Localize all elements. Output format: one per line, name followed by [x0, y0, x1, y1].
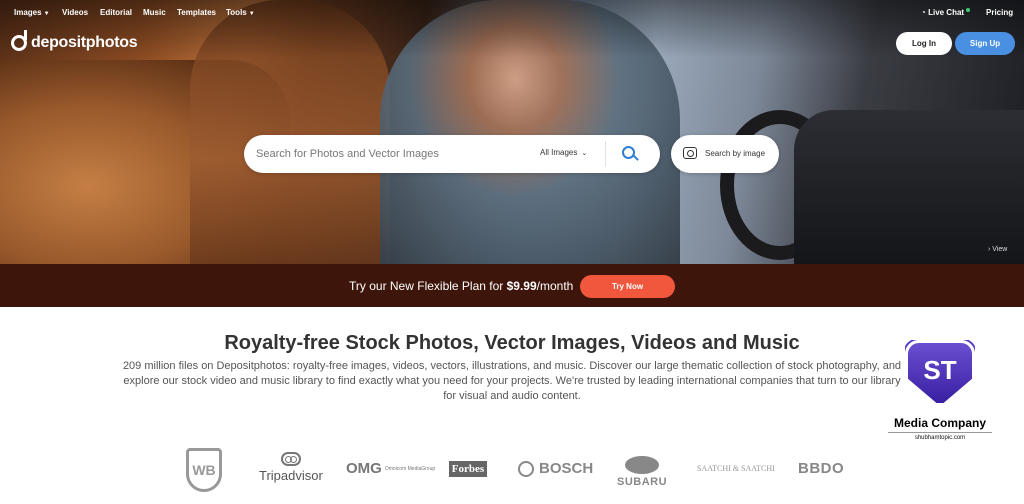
nav-tools[interactable]: Tools ▼: [226, 8, 255, 17]
promo-text: Try our New Flexible Plan for $9.99/mont…: [349, 279, 574, 293]
divider: [605, 141, 606, 167]
warner-bros-logo: WB: [186, 448, 222, 492]
nav-templates[interactable]: Templates: [177, 8, 216, 17]
subaru-logo: SUBARU: [617, 456, 667, 488]
subaru-emblem-icon: [625, 456, 660, 474]
pricing-link[interactable]: Pricing: [986, 8, 1013, 17]
nav-videos[interactable]: Videos: [62, 8, 88, 17]
bbdo-logo: BBDO: [798, 460, 845, 477]
bosch-emblem-icon: [518, 460, 534, 477]
omnicom-logo: OMG Omnicom MediaGroup: [346, 460, 436, 477]
st-shield-icon: ST: [905, 340, 975, 406]
tripadvisor-logo: Tripadvisor: [259, 452, 323, 483]
nav-music[interactable]: Music: [143, 8, 166, 17]
live-chat-link[interactable]: ◔ Live Chat: [921, 8, 971, 17]
page-description: 209 million files on Depositphotos: roya…: [122, 360, 902, 402]
view-image-link[interactable]: › View: [988, 246, 1007, 253]
nav-images[interactable]: Images ▼: [14, 8, 50, 17]
try-now-button[interactable]: Try Now: [580, 275, 675, 298]
login-button[interactable]: Log In: [896, 32, 952, 55]
chevron-right-icon: ›: [988, 246, 991, 253]
watermark: ST Media Company shubhamtopic.com: [888, 340, 992, 441]
owl-icon: [280, 452, 301, 466]
chevron-down-icon: ▼: [43, 11, 50, 17]
page-title: Royalty-free Stock Photos, Vector Images…: [224, 332, 800, 354]
bosch-logo: BOSCH: [518, 460, 593, 477]
top-nav: Images ▼ Videos Editorial Music Templates…: [0, 0, 1024, 26]
signup-button[interactable]: Sign Up: [955, 32, 1015, 55]
search-input[interactable]: [256, 148, 526, 160]
brand-logo[interactable]: depositphotos: [11, 30, 138, 52]
search-type-select[interactable]: All Images ⌄: [540, 148, 587, 157]
chevron-down-icon: ⌄: [581, 150, 588, 157]
promo-banner: Try our New Flexible Plan for $9.99/mont…: [0, 264, 1024, 307]
depositphotos-logo-icon: [11, 30, 27, 51]
forbes-logo: Forbes: [449, 461, 487, 477]
camera-icon: [683, 147, 697, 159]
search-button[interactable]: [620, 144, 640, 164]
nav-editorial[interactable]: Editorial: [100, 8, 132, 17]
hero-banner: Images ▼ Videos Editorial Music Templates…: [0, 0, 1024, 264]
chat-icon: ◔: [921, 8, 926, 17]
chevron-down-icon: ▼: [248, 11, 255, 17]
saatchi-logo: SAATCHI & SAATCHI: [697, 464, 775, 473]
search-bar: All Images⌄: [244, 135, 660, 173]
online-dot-icon: [966, 8, 971, 12]
search-by-image-button[interactable]: Search by image: [671, 135, 779, 173]
